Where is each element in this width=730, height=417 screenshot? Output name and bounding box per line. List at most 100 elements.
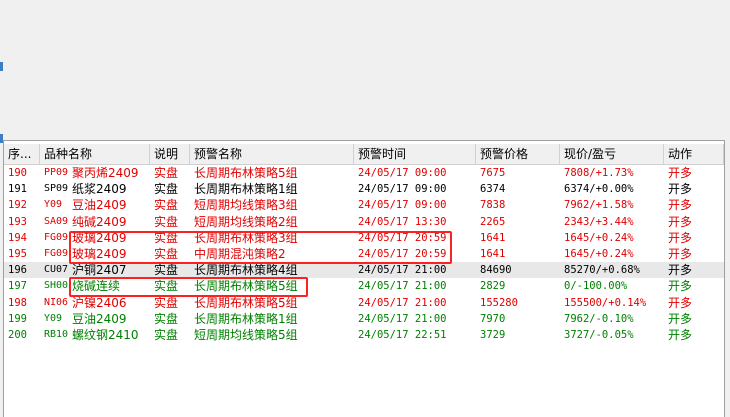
cell-desc: 实盘 bbox=[154, 295, 179, 310]
cell-seq: 191 bbox=[8, 183, 27, 196]
cell-alert-price: 7838 bbox=[480, 199, 506, 212]
cell-code: NI06 bbox=[44, 296, 69, 308]
cell-alert-time: 24/05/17 22:51 bbox=[358, 328, 447, 341]
cell-desc: 实盘 bbox=[154, 182, 179, 197]
cell-alert-price: 2265 bbox=[480, 215, 506, 228]
cell-alert-name: 长周期布林策略5组 bbox=[194, 166, 298, 180]
cell-price-pnl: 0/-100.00% bbox=[564, 280, 628, 293]
table-row[interactable]: 191 SP09 纸浆2409 实盘 长周期布林策略1组 24/05/17 09:00 63… bbox=[4, 181, 724, 197]
cell-seq: 200 bbox=[8, 328, 27, 341]
cell-name: 沪铜2407 bbox=[72, 263, 127, 278]
cell-alert-time: 24/05/17 21:00 bbox=[358, 312, 447, 325]
cell-desc: 实盘 bbox=[154, 230, 179, 245]
cell-code: SP09 bbox=[44, 183, 69, 195]
cell-alert-time: 24/05/17 20:59 bbox=[358, 247, 447, 260]
cell-price-pnl: 7962/+1.58% bbox=[564, 199, 634, 212]
table-row[interactable]: 198 NI06 沪镍2406 实盘 长周期布林策略5组 24/05/17 21:00 15… bbox=[4, 295, 724, 311]
cell-price-pnl: 1645/+0.24% bbox=[564, 231, 634, 244]
cell-alert-time: 24/05/17 21:00 bbox=[358, 296, 447, 309]
cell-alert-name: 短周期均线策略2组 bbox=[194, 214, 298, 229]
header-col-alert-price[interactable]: 预警价格 bbox=[476, 144, 560, 164]
cell-name: 玻璃2409 bbox=[72, 246, 127, 261]
table-row[interactable]: 194 FG09 玻璃2409 实盘 长周期布林策略3组 24/05/17 20:59 16… bbox=[4, 230, 724, 246]
cell-alert-time: 24/05/17 09:00 bbox=[358, 199, 447, 212]
cell-code: CU07 bbox=[44, 264, 69, 276]
header-col-alert-time[interactable]: 预警时间 bbox=[354, 144, 476, 164]
cell-alert-time: 24/05/17 21:00 bbox=[358, 280, 447, 293]
cell-name: 烧碱连续 bbox=[72, 279, 121, 294]
header-col-name[interactable]: 品种名称 bbox=[40, 144, 150, 164]
cell-price-pnl: 155500/+0.14% bbox=[564, 296, 647, 309]
cell-alert-name: 长周期布林策略1组 bbox=[194, 311, 298, 326]
cell-price-pnl: 3727/-0.05% bbox=[564, 328, 634, 341]
cell-price-pnl: 7962/-0.10% bbox=[564, 312, 634, 325]
table-row[interactable]: 195 FG09 玻璃2409 实盘 中周期混沌策略2 24/05/17 20:59 164… bbox=[4, 246, 724, 262]
header-col-action[interactable]: 动作 bbox=[664, 144, 724, 164]
table-row[interactable]: 196 CU07 沪铜2407 实盘 长周期布林策略4组 24/05/17 21:00 84… bbox=[4, 262, 724, 279]
cell-desc: 实盘 bbox=[154, 214, 179, 229]
cell-alert-name: 短周期均线策略5组 bbox=[194, 327, 298, 342]
cell-alert-name: 中周期混沌策略2 bbox=[194, 246, 286, 261]
cell-price-pnl: 85270/+0.68% bbox=[564, 264, 640, 277]
cell-alert-price: 2829 bbox=[480, 280, 506, 293]
cell-code: FG09 bbox=[44, 247, 69, 259]
cell-code: PP09 bbox=[44, 167, 69, 178]
cell-seq: 195 bbox=[8, 247, 27, 260]
cell-desc: 实盘 bbox=[154, 327, 179, 342]
table-row[interactable]: 193 SA09 纯碱2409 实盘 短周期均线策略2组 24/05/17 13:30 22… bbox=[4, 214, 724, 230]
cell-alert-name: 长周期布林策略1组 bbox=[194, 182, 298, 197]
cell-alert-price: 3729 bbox=[480, 328, 506, 341]
table-row[interactable]: 200 RB10 螺纹钢2410 实盘 短周期均线策略5组 24/05/17 22:51 3… bbox=[4, 327, 724, 343]
cell-desc: 实盘 bbox=[154, 166, 179, 180]
cell-alert-name: 短周期均线策略3组 bbox=[194, 198, 298, 213]
cell-alert-price: 155280 bbox=[480, 296, 518, 309]
table-row[interactable]: 192 Y09 豆油2409 实盘 短周期均线策略3组 24/05/17 09:00 783… bbox=[4, 197, 724, 213]
cell-seq: 193 bbox=[8, 215, 27, 228]
header-col-alert-name[interactable]: 预警名称 bbox=[190, 144, 354, 164]
header-col-seq[interactable]: 序... bbox=[4, 144, 40, 164]
cell-name: 沪镍2406 bbox=[72, 295, 127, 310]
cell-alert-name: 长周期布林策略4组 bbox=[194, 263, 298, 278]
cell-alert-time: 24/05/17 09:00 bbox=[358, 183, 447, 196]
cell-alert-time: 24/05/17 21:00 bbox=[358, 264, 447, 277]
cell-desc: 实盘 bbox=[154, 311, 179, 326]
cell-price-pnl: 1645/+0.24% bbox=[564, 247, 634, 260]
cell-code: SH00 bbox=[44, 280, 69, 292]
alert-list-panel: 序... 品种名称 说明 预警名称 预警时间 预警价格 现价/盈亏 动作 190 PP09 聚丙烯… bbox=[3, 140, 725, 417]
cell-action: 开多 bbox=[668, 214, 693, 229]
table-row[interactable]: 199 Y09 豆油2409 实盘 长周期布林策略1组 24/05/17 21:00 797… bbox=[4, 311, 724, 327]
cell-alert-price: 6374 bbox=[480, 183, 506, 196]
cell-alert-price: 7675 bbox=[480, 167, 506, 179]
cell-alert-time: 24/05/17 09:00 bbox=[358, 167, 447, 179]
cell-name: 纯碱2409 bbox=[72, 214, 127, 229]
cell-alert-time: 24/05/17 20:59 bbox=[358, 231, 447, 244]
cell-price-pnl: 2343/+3.44% bbox=[564, 215, 634, 228]
cell-code: SA09 bbox=[44, 215, 69, 227]
cell-alert-name: 长周期布林策略5组 bbox=[194, 295, 298, 310]
table-header: 序... 品种名称 说明 预警名称 预警时间 预警价格 现价/盈亏 动作 bbox=[4, 144, 724, 165]
cell-seq: 192 bbox=[8, 199, 27, 212]
cell-alert-price: 84690 bbox=[480, 264, 512, 277]
cell-price-pnl: 6374/+0.00% bbox=[564, 183, 634, 196]
header-col-desc[interactable]: 说明 bbox=[150, 144, 190, 164]
table-row[interactable]: 190 PP09 聚丙烯2409 实盘 长周期布林策略5组 24/05/17 09:00 7… bbox=[4, 165, 724, 181]
cell-alert-price: 1641 bbox=[480, 231, 506, 244]
cell-name: 豆油2409 bbox=[72, 311, 127, 326]
window-edge-mark bbox=[0, 62, 3, 71]
cell-desc: 实盘 bbox=[154, 279, 179, 294]
cell-name: 螺纹钢2410 bbox=[72, 327, 139, 342]
cell-code: FG09 bbox=[44, 231, 69, 243]
cell-seq: 199 bbox=[8, 312, 27, 325]
cell-action: 开多 bbox=[668, 166, 693, 180]
table-row[interactable]: 197 SH00 烧碱连续 实盘 长周期布林策略5组 24/05/17 21:00 2829… bbox=[4, 278, 724, 294]
cell-action: 开多 bbox=[668, 246, 693, 261]
cell-alert-name: 长周期布林策略5组 bbox=[194, 279, 298, 294]
cell-code: Y09 bbox=[44, 312, 63, 324]
cell-action: 开多 bbox=[668, 295, 693, 310]
cell-price-pnl: 7808/+1.73% bbox=[564, 167, 634, 179]
cell-name: 玻璃2409 bbox=[72, 230, 127, 245]
empty-top-area bbox=[0, 0, 730, 136]
cell-seq: 194 bbox=[8, 231, 27, 244]
header-col-price-pnl[interactable]: 现价/盈亏 bbox=[560, 144, 664, 164]
cell-code: Y09 bbox=[44, 199, 63, 211]
